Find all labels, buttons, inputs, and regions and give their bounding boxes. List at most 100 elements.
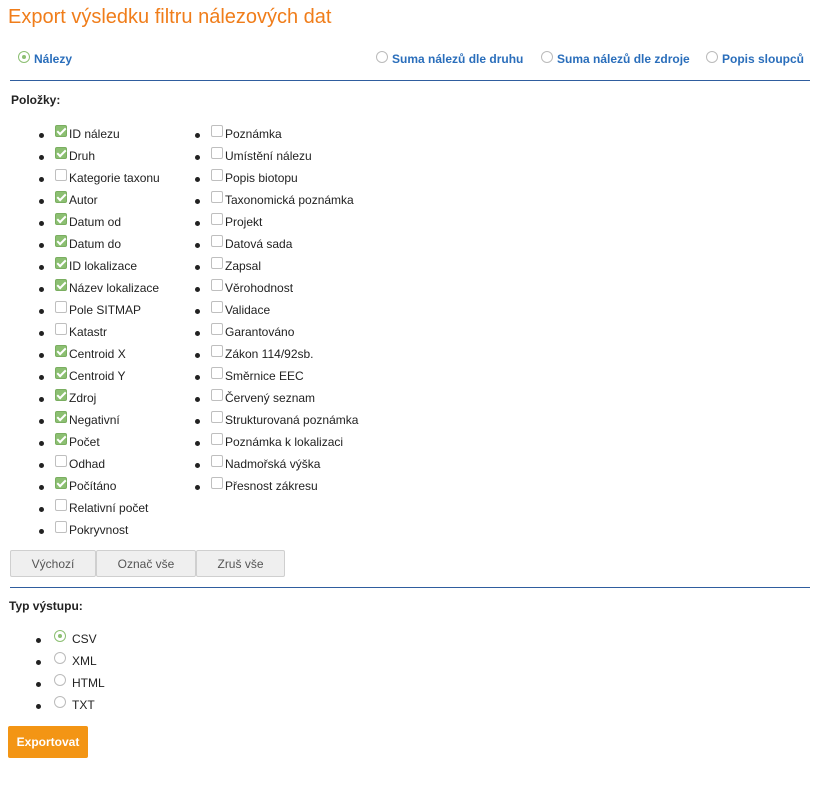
checkbox-icon[interactable] xyxy=(211,191,223,203)
checkbox-checked-icon[interactable] xyxy=(55,147,67,159)
checkbox-checked-icon[interactable] xyxy=(55,345,67,357)
checkbox-icon[interactable] xyxy=(211,411,223,423)
checkbox-icon[interactable] xyxy=(211,301,223,313)
item-projekt[interactable]: Projekt xyxy=(195,211,358,233)
item-zdroj[interactable]: Zdroj xyxy=(39,387,160,409)
output-option-html[interactable]: HTML xyxy=(36,672,105,694)
item-pokryvnost[interactable]: Pokryvnost xyxy=(39,519,160,541)
radio-icon[interactable] xyxy=(54,674,66,686)
checkbox-icon[interactable] xyxy=(211,389,223,401)
checkbox-icon[interactable] xyxy=(211,257,223,269)
checkbox-checked-icon[interactable] xyxy=(55,213,67,225)
checkbox-icon[interactable] xyxy=(211,169,223,181)
checkbox-icon[interactable] xyxy=(211,235,223,247)
checkbox-icon[interactable] xyxy=(55,521,67,533)
checkbox-icon[interactable] xyxy=(211,345,223,357)
item-relativn-po-et[interactable]: Relativní počet xyxy=(39,497,160,519)
radio-icon[interactable] xyxy=(54,652,66,664)
output-option-xml[interactable]: XML xyxy=(36,650,105,672)
checkbox-checked-icon[interactable] xyxy=(55,389,67,401)
default-button[interactable]: Výchozí xyxy=(10,550,96,577)
checkbox-icon[interactable] xyxy=(211,477,223,489)
radio-icon[interactable] xyxy=(54,630,66,642)
item-autor[interactable]: Autor xyxy=(39,189,160,211)
checkbox-checked-icon[interactable] xyxy=(55,235,67,247)
checkbox-icon[interactable] xyxy=(211,323,223,335)
tab-suma-dle-druhu[interactable]: Suma nálezů dle druhu xyxy=(376,50,523,66)
checkbox-icon[interactable] xyxy=(55,169,67,181)
output-option-label: HTML xyxy=(72,676,105,690)
tab-nalezy[interactable]: Nálezy xyxy=(18,50,72,66)
select-all-button[interactable]: Označ vše xyxy=(96,550,196,577)
radio-icon[interactable] xyxy=(54,696,66,708)
output-option-csv[interactable]: CSV xyxy=(36,628,105,650)
export-button[interactable]: Exportovat xyxy=(8,726,88,758)
item-popis-biotopu[interactable]: Popis biotopu xyxy=(195,167,358,189)
item-label: Kategorie taxonu xyxy=(69,171,160,185)
checkbox-checked-icon[interactable] xyxy=(55,411,67,423)
item-label: Negativní xyxy=(69,413,120,427)
item-n-zev-lokalizace[interactable]: Název lokalizace xyxy=(39,277,160,299)
checkbox-checked-icon[interactable] xyxy=(55,279,67,291)
item-nadmo-sk-v-ka[interactable]: Nadmořská výška xyxy=(195,453,358,475)
item-taxonomick-pozn-mka[interactable]: Taxonomická poznámka xyxy=(195,189,358,211)
radio-icon[interactable] xyxy=(706,50,718,63)
item-p-esnost-z-kresu[interactable]: Přesnost zákresu xyxy=(195,475,358,497)
item-pole-sitmap[interactable]: Pole SITMAP xyxy=(39,299,160,321)
item-z-kon-114-92sb-[interactable]: Zákon 114/92sb. xyxy=(195,343,358,365)
checkbox-checked-icon[interactable] xyxy=(55,433,67,445)
item-sm-rnice-eec[interactable]: Směrnice EEC xyxy=(195,365,358,387)
radio-icon[interactable] xyxy=(376,50,388,63)
item-centroid-x[interactable]: Centroid X xyxy=(39,343,160,365)
checkbox-checked-icon[interactable] xyxy=(55,367,67,379)
item-id-lokalizace[interactable]: ID lokalizace xyxy=(39,255,160,277)
radio-icon[interactable] xyxy=(541,50,553,63)
item-label: ID lokalizace xyxy=(69,259,138,273)
item-pozn-mka-k-lokalizaci[interactable]: Poznámka k lokalizaci xyxy=(195,431,358,453)
item-validace[interactable]: Validace xyxy=(195,299,358,321)
checkbox-checked-icon[interactable] xyxy=(55,125,67,137)
checkbox-icon[interactable] xyxy=(211,213,223,225)
checkbox-icon[interactable] xyxy=(55,499,67,511)
items-list-right: Poznámka Umístění nálezu Popis biotopu Taxo… xyxy=(195,123,358,497)
item-v-rohodnost[interactable]: Věrohodnost xyxy=(195,277,358,299)
item-negativn-[interactable]: Negativní xyxy=(39,409,160,431)
clear-all-button[interactable]: Zruš vše xyxy=(196,550,285,577)
item-kategorie-taxonu[interactable]: Kategorie taxonu xyxy=(39,167,160,189)
output-option-txt[interactable]: TXT xyxy=(36,694,105,716)
item-id-n-lezu[interactable]: ID nálezu xyxy=(39,123,160,145)
item-strukturovan-pozn-mka[interactable]: Strukturovaná poznámka xyxy=(195,409,358,431)
item-datum-do[interactable]: Datum do xyxy=(39,233,160,255)
item-datov-sada[interactable]: Datová sada xyxy=(195,233,358,255)
item-katastr[interactable]: Katastr xyxy=(39,321,160,343)
checkbox-icon[interactable] xyxy=(211,455,223,467)
output-type-list: CSV XML HTML TXT xyxy=(36,628,105,716)
item-centroid-y[interactable]: Centroid Y xyxy=(39,365,160,387)
item-odhad[interactable]: Odhad xyxy=(39,453,160,475)
item-garantov-no[interactable]: Garantováno xyxy=(195,321,358,343)
radio-icon[interactable] xyxy=(18,50,30,63)
item--erven-seznam[interactable]: Červený seznam xyxy=(195,387,358,409)
checkbox-checked-icon[interactable] xyxy=(55,477,67,489)
checkbox-checked-icon[interactable] xyxy=(55,257,67,269)
checkbox-icon[interactable] xyxy=(211,433,223,445)
checkbox-icon[interactable] xyxy=(211,279,223,291)
item-label: Centroid Y xyxy=(69,369,126,383)
checkbox-icon[interactable] xyxy=(211,147,223,159)
checkbox-icon[interactable] xyxy=(211,125,223,137)
item-po-t-no[interactable]: Počítáno xyxy=(39,475,160,497)
item-um-st-n-n-lezu[interactable]: Umístění nálezu xyxy=(195,145,358,167)
item-druh[interactable]: Druh xyxy=(39,145,160,167)
checkbox-icon[interactable] xyxy=(211,367,223,379)
item-zapsal[interactable]: Zapsal xyxy=(195,255,358,277)
checkbox-icon[interactable] xyxy=(55,301,67,313)
checkbox-icon[interactable] xyxy=(55,455,67,467)
tab-popis-sloupcu[interactable]: Popis sloupců xyxy=(706,50,804,66)
tab-suma-dle-zdroje[interactable]: Suma nálezů dle zdroje xyxy=(541,50,690,66)
item-label: Popis biotopu xyxy=(225,171,298,185)
checkbox-icon[interactable] xyxy=(55,323,67,335)
item-po-et[interactable]: Počet xyxy=(39,431,160,453)
item-datum-od[interactable]: Datum od xyxy=(39,211,160,233)
checkbox-checked-icon[interactable] xyxy=(55,191,67,203)
item-pozn-mka[interactable]: Poznámka xyxy=(195,123,358,145)
